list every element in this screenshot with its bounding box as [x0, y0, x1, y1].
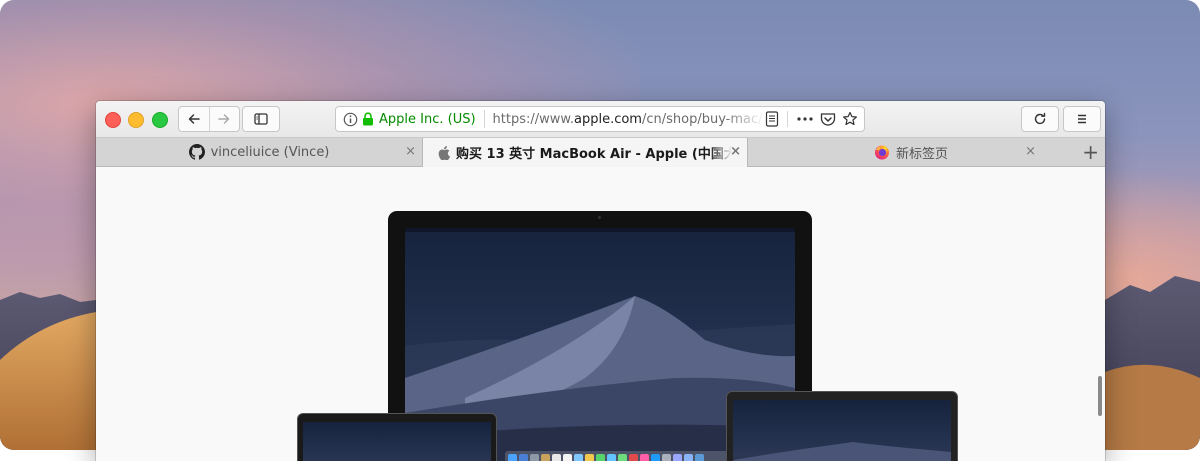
window-close-button[interactable]: [105, 112, 121, 128]
browser-window: Apple Inc. (US) https://www.apple.com/cn…: [96, 101, 1105, 461]
reload-icon: [1034, 112, 1046, 125]
page-content: [96, 167, 1105, 461]
tab-label: 新标签页: [895, 146, 948, 162]
address-bar[interactable]: Apple Inc. (US) https://www.apple.com/cn…: [335, 106, 865, 132]
tab-strip: vinceliuice (Vince) × 购买 13 英寸 MacBook A…: [96, 138, 1105, 167]
browser-toolbar: Apple Inc. (US) https://www.apple.com/cn…: [96, 101, 1105, 138]
site-identity-label[interactable]: Apple Inc. (US): [379, 112, 476, 127]
navigation-buttons: [178, 106, 240, 132]
ipad-product-image: [297, 413, 497, 461]
tab-new-tab[interactable]: 新标签页 ×: [748, 138, 1074, 166]
arrow-left-icon: [188, 114, 200, 124]
reader-view-icon[interactable]: [765, 111, 779, 127]
hamburger-menu-icon: [1078, 114, 1086, 124]
tab-label: vinceliuice (Vince): [210, 144, 330, 160]
menu-button[interactable]: [1063, 106, 1101, 132]
ipad-screen: [303, 422, 491, 461]
window-maximize-button[interactable]: [152, 112, 168, 128]
forward-button[interactable]: [208, 107, 240, 131]
bookmark-star-icon[interactable]: [842, 111, 858, 127]
url-host: apple.com: [573, 111, 642, 127]
dock: [505, 451, 729, 461]
firefox-icon: [874, 144, 890, 160]
pocket-icon[interactable]: [820, 112, 836, 127]
apple-icon: [438, 145, 450, 160]
scrollbar-thumb[interactable]: [1098, 376, 1102, 416]
url-actions: [765, 111, 864, 127]
window-minimize-button[interactable]: [128, 112, 144, 128]
more-actions-icon[interactable]: [796, 116, 814, 122]
url-divider: [483, 110, 485, 128]
secure-lock-icon[interactable]: [361, 112, 375, 126]
new-tab-button[interactable]: +: [1082, 142, 1099, 162]
tab-close-button[interactable]: ×: [730, 145, 741, 159]
reload-button[interactable]: [1021, 106, 1059, 132]
sidebar-toggle-button[interactable]: [242, 106, 280, 132]
arrow-right-icon: [218, 114, 230, 124]
macbook-product-image: [726, 391, 958, 461]
github-icon: [188, 144, 205, 160]
sidebar-icon: [254, 113, 268, 125]
tab-close-button[interactable]: ×: [405, 145, 416, 159]
tab-close-button[interactable]: ×: [1025, 145, 1036, 159]
back-button[interactable]: [179, 107, 209, 131]
macbook-screen: [733, 400, 951, 461]
tab-label: 购买 13 英寸 MacBook Air - Apple (中国大陆): [456, 147, 732, 162]
url-path: /cn/shop/buy-mac/macbook-air: [641, 111, 765, 127]
site-info-icon[interactable]: [339, 112, 361, 127]
url-actions-divider: [787, 111, 788, 127]
url-text[interactable]: https://www.apple.com/cn/shop/buy-mac/ma…: [493, 112, 765, 127]
url-prefix: https://www.: [492, 111, 574, 127]
tab-apple-macbook-air[interactable]: 购买 13 英寸 MacBook Air - Apple (中国大陆) ×: [422, 138, 748, 167]
tab-github[interactable]: vinceliuice (Vince) ×: [96, 138, 422, 166]
